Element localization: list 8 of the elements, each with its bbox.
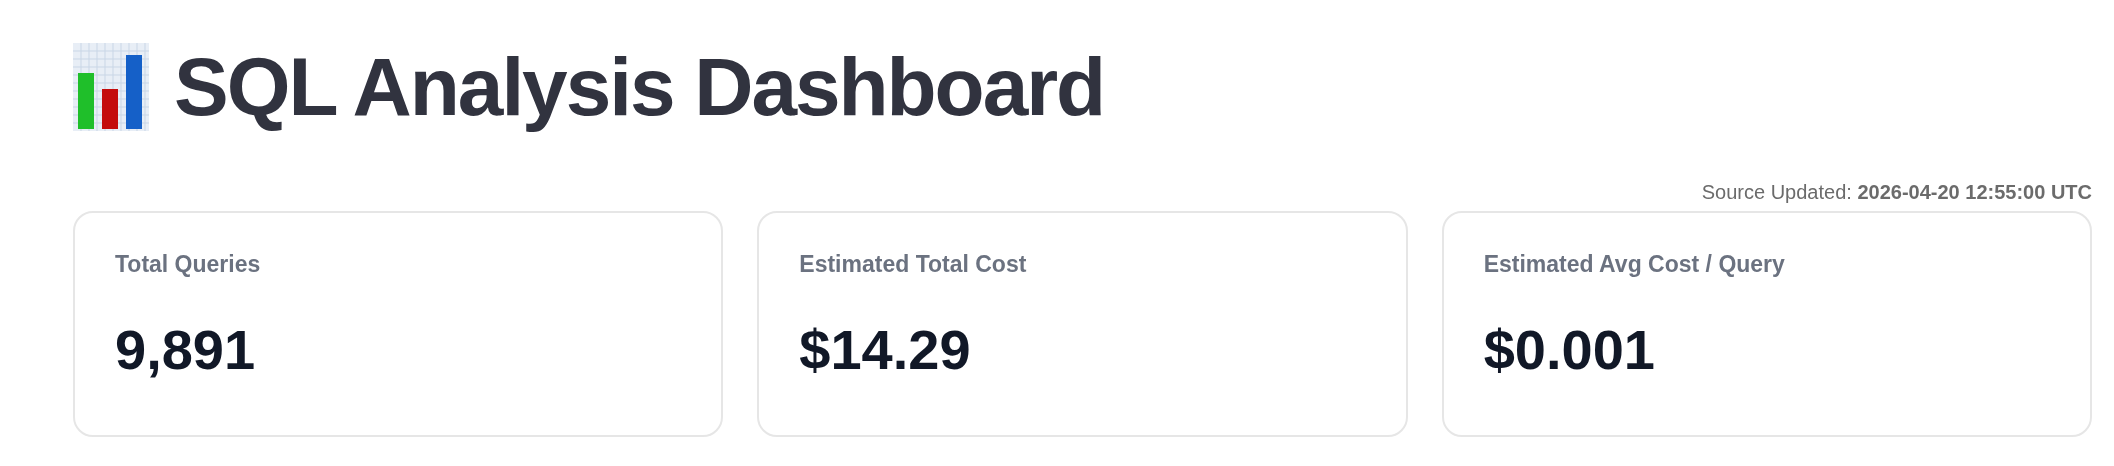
metric-label: Total Queries xyxy=(115,253,262,276)
metric-value: 9,891 xyxy=(115,322,257,378)
metric-value: $0.001 xyxy=(1483,322,1656,378)
metric-label: Estimated Avg Cost / Query xyxy=(1483,253,1786,276)
source-updated-text: Source Updated: 2026-04-20 12:55:00 UTC xyxy=(1701,182,2092,205)
bar-chart-icon xyxy=(73,43,149,131)
metric-label: Estimated Total Cost xyxy=(799,253,1028,276)
metric-value: $14.29 xyxy=(799,322,972,378)
